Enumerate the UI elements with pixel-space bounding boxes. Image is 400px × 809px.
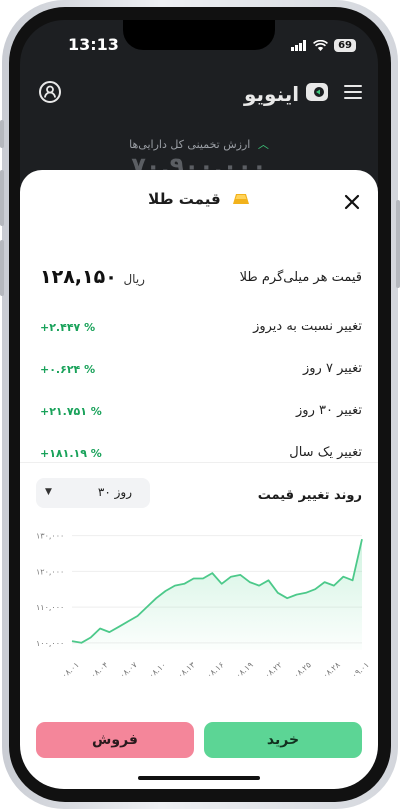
x-tick-label: ۰۸.۰۱ <box>60 660 81 680</box>
y-tick-label: ۱۲۰,۰۰۰ <box>36 567 64 576</box>
phone-screen: 13:13 69 اینویو ارزش تخمینی کل دارایی‌ها… <box>20 20 378 789</box>
change-value: +۲۱.۷۵۱ % <box>40 405 102 418</box>
profile-icon[interactable] <box>38 80 62 108</box>
gold-price-sheet: قیمت طلا قیمت هر میلی‌گرم طلا ۱۲۸,۱۵۰ ری… <box>20 170 378 789</box>
gold-bar-icon <box>232 191 250 209</box>
x-tick-label: ۰۸.۲۲ <box>263 660 284 680</box>
change-row: تغییر یک سال +۱۸۱.۱۹ % <box>20 445 378 467</box>
change-row: تغییر ۳۰ روز +۲۱.۷۵۱ % <box>20 403 378 425</box>
change-value: +۲.۴۴۷ % <box>40 321 96 334</box>
x-tick-label: ۰۹.۰۱ <box>350 660 371 680</box>
menu-icon[interactable] <box>344 84 362 103</box>
x-tick-label: ۰۸.۰۴ <box>89 660 110 680</box>
dynamic-notch <box>123 20 275 50</box>
sheet-title-text: قیمت طلا <box>148 190 221 208</box>
close-icon[interactable] <box>342 192 362 212</box>
range-value: ۳۰ روز <box>97 485 132 499</box>
price-value: ۱۲۸,۱۵۰ ریال <box>40 266 147 288</box>
price-row: قیمت هر میلی‌گرم طلا ۱۲۸,۱۵۰ ریال <box>20 266 378 292</box>
price-label: قیمت هر میلی‌گرم طلا <box>239 270 362 285</box>
app-logo: اینویو <box>244 80 329 108</box>
chevron-up-icon[interactable]: ︿ <box>258 138 269 151</box>
y-tick-label: ۱۱۰,۰۰۰ <box>36 603 64 612</box>
change-row: تغییر ۷ روز +۰.۶۲۴ % <box>20 361 378 383</box>
price-trend-chart: ۱۳۰,۰۰۰ ۱۲۰,۰۰۰ ۱۱۰,۰۰۰ ۱۰۰,۰۰۰ ۰۸.۰۱ ۰۸.۰۴ ۰… <box>36 532 371 680</box>
range-select[interactable]: ۳۰ روز ▼ <box>36 478 150 508</box>
y-tick-label: ۱۰۰,۰۰۰ <box>36 639 64 648</box>
logo-mark-icon <box>305 80 329 108</box>
change-value: +۰.۶۲۴ % <box>40 363 96 376</box>
x-tick-label: ۰۸.۱۳ <box>176 660 197 680</box>
battery-icon: 69 <box>334 39 356 52</box>
buy-button[interactable]: خرید <box>204 722 362 758</box>
wifi-icon <box>313 36 329 55</box>
change-value: +۱۸۱.۱۹ % <box>40 447 102 460</box>
change-label: تغییر نسبت به دیروز <box>253 319 362 334</box>
change-label: تغییر یک سال <box>289 445 362 460</box>
mute-switch <box>0 120 4 148</box>
price-unit: ریال <box>123 272 145 286</box>
app-header: اینویو <box>20 76 378 116</box>
power-button <box>396 200 400 288</box>
change-row: تغییر نسبت به دیروز +۲.۴۴۷ % <box>20 319 378 341</box>
section-divider <box>20 462 378 463</box>
price-number: ۱۲۸,۱۵۰ <box>40 266 117 288</box>
status-time: 13:13 <box>68 35 119 54</box>
asset-total-label: ارزش تخمینی کل دارایی‌ها ︿ <box>20 136 378 152</box>
x-tick-label: ۰۸.۱۹ <box>234 660 255 680</box>
asset-total-text: ارزش تخمینی کل دارایی‌ها <box>129 138 251 151</box>
caret-down-icon: ▼ <box>45 487 52 497</box>
volume-down-button <box>0 240 4 296</box>
signal-icon <box>291 36 307 55</box>
chart-area <box>72 539 362 650</box>
y-tick-label: ۱۳۰,۰۰۰ <box>36 532 64 541</box>
sheet-title: قیمت طلا <box>20 190 378 209</box>
x-tick-label: ۰۸.۰۷ <box>118 660 139 680</box>
change-label: تغییر ۳۰ روز <box>296 403 362 418</box>
trend-title: روند تغییر قیمت <box>257 488 362 503</box>
x-tick-label: ۰۸.۲۵ <box>292 660 313 680</box>
x-tick-label: ۰۸.۱۰ <box>147 660 168 680</box>
x-tick-label: ۰۸.۱۶ <box>205 660 226 680</box>
x-tick-label: ۰۸.۲۸ <box>321 660 342 680</box>
home-indicator <box>138 776 260 780</box>
sheet-header: قیمت طلا <box>20 170 378 230</box>
sell-button[interactable]: فروش <box>36 722 194 758</box>
volume-up-button <box>0 170 4 226</box>
change-label: تغییر ۷ روز <box>303 361 362 376</box>
status-icons: 69 <box>291 36 356 55</box>
logo-text: اینویو <box>244 82 300 106</box>
